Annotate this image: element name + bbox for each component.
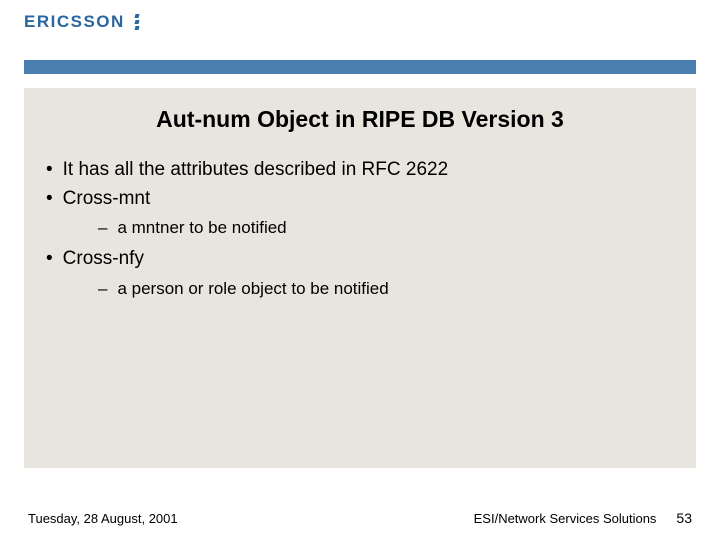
sub-bullet-text: a person or role object to be notified: [117, 279, 388, 298]
bullet-text: Cross-mnt: [63, 188, 151, 209]
brand-bars-icon: [135, 14, 139, 30]
brand-name: ERICSSON: [24, 12, 125, 32]
header: ERICSSON: [0, 0, 720, 60]
footer: Tuesday, 28 August, 2001 ESI/Network Ser…: [0, 510, 720, 526]
bullet-list: It has all the attributes described in R…: [24, 157, 696, 300]
header-divider: [24, 60, 696, 74]
slide: ERICSSON Aut-num Object in RIPE DB Versi…: [0, 0, 720, 540]
sub-bullet-text: a mntner to be notified: [117, 218, 286, 237]
bullet-text: Cross-nfy: [63, 248, 144, 269]
sub-bullet-item: a mntner to be notified: [98, 216, 696, 240]
footer-date: Tuesday, 28 August, 2001: [28, 511, 178, 526]
content-area: Aut-num Object in RIPE DB Version 3 It h…: [24, 88, 696, 468]
bullet-text: It has all the attributes described in R…: [63, 159, 448, 180]
bullet-item: Cross-nfy a person or role object to be …: [42, 246, 696, 300]
footer-page-number: 53: [676, 510, 692, 526]
footer-org: ESI/Network Services Solutions: [474, 511, 657, 526]
sub-bullet-item: a person or role object to be notified: [98, 277, 696, 301]
slide-title: Aut-num Object in RIPE DB Version 3: [24, 88, 696, 157]
bullet-item: Cross-mnt a mntner to be notified: [42, 186, 696, 240]
footer-right: ESI/Network Services Solutions 53: [474, 510, 692, 526]
brand-logo: ERICSSON: [24, 12, 139, 32]
bullet-item: It has all the attributes described in R…: [42, 157, 696, 184]
